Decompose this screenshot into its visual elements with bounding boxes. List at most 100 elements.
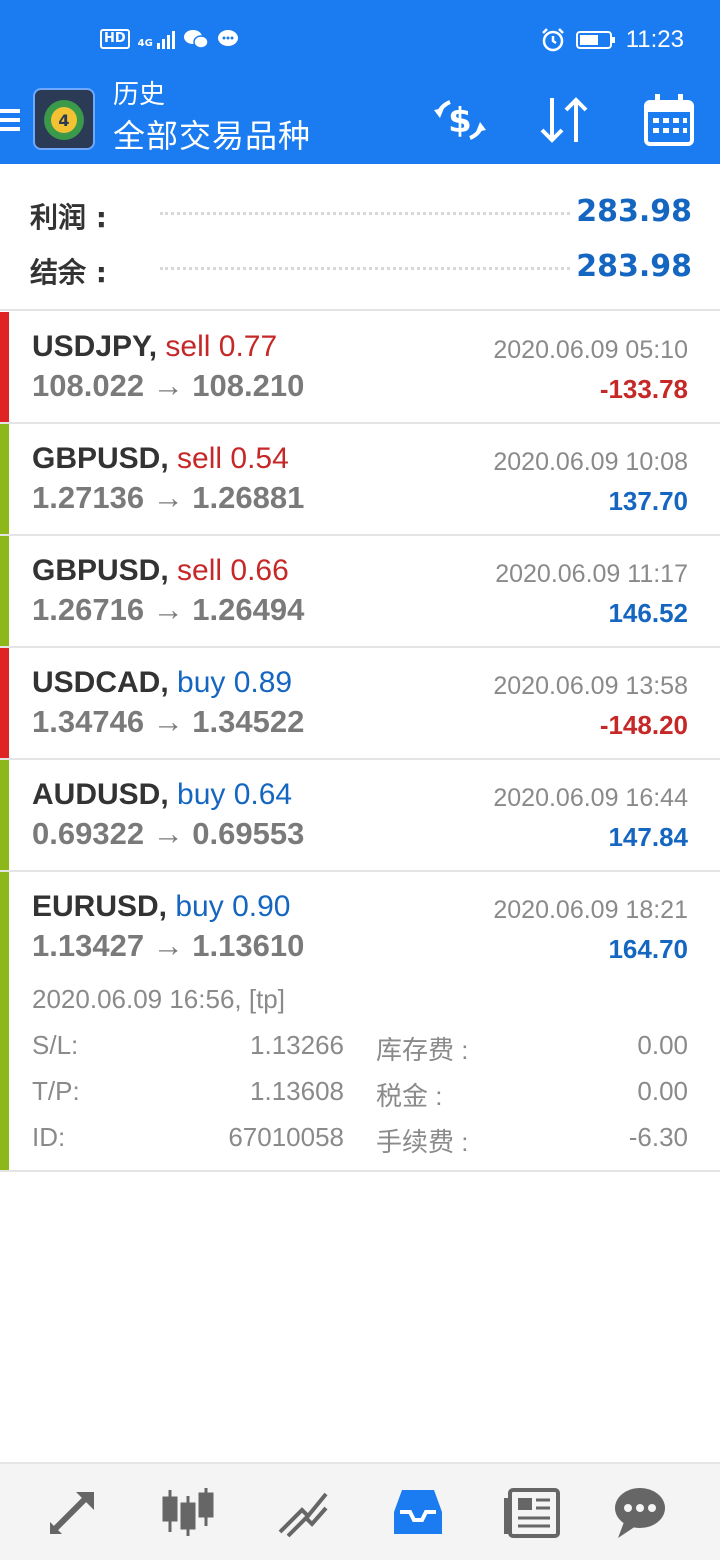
profit-indicator bbox=[0, 536, 9, 646]
hd-icon: HD bbox=[100, 29, 130, 49]
trade-symbol: GBPUSD, bbox=[32, 554, 169, 587]
metatrader-logo-icon[interactable]: 4 bbox=[33, 88, 95, 150]
tax-label: 税金 : bbox=[376, 1081, 443, 1111]
chat-bubble-icon bbox=[615, 1488, 665, 1538]
page-title: 历史 bbox=[113, 80, 166, 110]
sl-label: S/L: bbox=[32, 1030, 79, 1060]
trade-symbol: GBPUSD, bbox=[32, 442, 169, 475]
nav-chart[interactable] bbox=[158, 1482, 218, 1542]
balance-value: 283.98 bbox=[576, 249, 692, 284]
deposit-filter-button[interactable]: $ bbox=[430, 90, 490, 150]
alarm-icon bbox=[541, 28, 564, 52]
candlestick-chart-icon bbox=[162, 1488, 214, 1536]
tp-label: T/P: bbox=[32, 1076, 80, 1106]
close-time: 2020.06.09 16:56, [tp] bbox=[32, 984, 285, 1014]
trade-time: 2020.06.09 05:10 bbox=[493, 336, 688, 364]
trade-prices: 1.26716 → 1.26494 bbox=[32, 592, 305, 627]
svg-text:4: 4 bbox=[58, 111, 69, 130]
sort-button[interactable] bbox=[534, 90, 594, 150]
svg-text:$: $ bbox=[448, 101, 472, 141]
trade-prices: 0.69322 → 0.69553 bbox=[32, 816, 305, 851]
trade-side: buy 0.90 bbox=[175, 890, 291, 923]
trade-side: sell 0.66 bbox=[177, 554, 289, 587]
trade-symbol: USDJPY, bbox=[32, 330, 158, 363]
id-value: 67010058 bbox=[228, 1122, 344, 1152]
dollar-sync-icon: $ bbox=[434, 100, 486, 141]
trade-symbol: USDCAD, bbox=[32, 666, 169, 699]
trade-prices: 1.13427 → 1.13610 bbox=[32, 928, 305, 963]
nav-chat[interactable] bbox=[610, 1482, 670, 1542]
swap-value: 0.00 bbox=[637, 1030, 688, 1060]
trade-time: 2020.06.09 10:08 bbox=[493, 448, 688, 476]
trade-row[interactable]: USDCAD, buy 0.89 2020.06.09 13:58 1.3474… bbox=[0, 648, 720, 760]
calendar-icon bbox=[644, 94, 694, 146]
dotted-leader bbox=[160, 212, 570, 215]
network-type: 4G bbox=[137, 38, 153, 49]
trade-row[interactable]: AUDUSD, buy 0.64 2020.06.09 16:44 0.6932… bbox=[0, 760, 720, 872]
app-toolbar: 4 历史 全部交易品种 $ bbox=[0, 80, 720, 164]
trade-profit: -148.20 bbox=[599, 710, 688, 740]
clock: 11:23 bbox=[625, 26, 684, 53]
calendar-button[interactable] bbox=[638, 90, 698, 150]
fee-label: 手续费 : bbox=[376, 1127, 469, 1157]
status-right: 11:23 bbox=[540, 26, 684, 54]
sl-value: 1.13266 bbox=[250, 1030, 344, 1060]
trade-symbol: AUDUSD, bbox=[32, 778, 169, 811]
trade-time: 2020.06.09 13:58 bbox=[493, 672, 688, 700]
trade-side: buy 0.64 bbox=[177, 778, 293, 811]
summary-divider bbox=[0, 309, 720, 311]
detail-row-tp: T/P: 1.13608 税金 : 0.00 bbox=[32, 1076, 688, 1116]
news-icon bbox=[504, 1488, 560, 1538]
trade-prices: 1.34746 → 1.34522 bbox=[32, 704, 305, 739]
trade-profit: 146.52 bbox=[608, 598, 688, 628]
trade-row[interactable]: GBPUSD, sell 0.54 2020.06.09 10:08 1.271… bbox=[0, 424, 720, 536]
trade-row[interactable]: GBPUSD, sell 0.66 2020.06.09 11:17 1.267… bbox=[0, 536, 720, 648]
trade-profit: 147.84 bbox=[608, 822, 688, 852]
battery-icon bbox=[575, 31, 615, 49]
trade-side: sell 0.77 bbox=[165, 330, 278, 363]
trade-profit: 137.70 bbox=[608, 486, 688, 516]
trade-time: 2020.06.09 18:21 bbox=[493, 896, 688, 924]
profit-label: 利润 : bbox=[30, 201, 107, 234]
fee-value: -6.30 bbox=[628, 1122, 688, 1152]
trade-prices: 108.022 → 108.210 bbox=[32, 368, 305, 403]
nav-trade[interactable] bbox=[272, 1482, 332, 1542]
symbol-filter[interactable]: 全部交易品种 bbox=[113, 116, 311, 156]
bottom-navigation bbox=[0, 1462, 720, 1560]
balance-row: 结余 : 283.98 bbox=[0, 243, 720, 293]
tp-value: 1.13608 bbox=[250, 1076, 344, 1106]
status-left: HD 4G bbox=[100, 28, 239, 50]
trade-symbol: EURUSD, bbox=[32, 890, 168, 923]
wechat-icon bbox=[183, 30, 209, 49]
tax-value: 0.00 bbox=[637, 1076, 688, 1106]
sort-arrows-icon bbox=[540, 97, 588, 143]
detail-row-id: ID: 67010058 手续费 : -6.30 bbox=[32, 1122, 688, 1162]
swap-label: 库存费 : bbox=[376, 1035, 469, 1065]
trade-side: buy 0.89 bbox=[177, 666, 293, 699]
nav-news[interactable] bbox=[502, 1482, 562, 1542]
nav-history[interactable] bbox=[388, 1482, 448, 1542]
loss-indicator bbox=[0, 312, 9, 422]
trade-profit: 164.70 bbox=[608, 934, 688, 964]
trade-row-expanded[interactable]: EURUSD, buy 0.90 2020.06.09 18:21 1.1342… bbox=[0, 872, 720, 1172]
message-icon bbox=[217, 30, 238, 46]
quotes-icon bbox=[50, 1492, 94, 1534]
profit-indicator bbox=[0, 760, 9, 870]
trade-row[interactable]: USDJPY, sell 0.77 2020.06.09 05:10 108.0… bbox=[0, 312, 720, 424]
loss-indicator bbox=[0, 648, 9, 758]
dotted-leader bbox=[160, 267, 570, 270]
nav-quotes[interactable] bbox=[44, 1482, 104, 1542]
trade-side: sell 0.54 bbox=[177, 442, 289, 475]
trade-lines-icon bbox=[278, 1492, 328, 1538]
detail-row-sl: S/L: 1.13266 库存费 : 0.00 bbox=[32, 1030, 688, 1070]
trade-time: 2020.06.09 16:44 bbox=[493, 784, 688, 812]
trade-time: 2020.06.09 11:17 bbox=[495, 560, 688, 588]
trade-prices: 1.27136 → 1.26881 bbox=[32, 480, 305, 515]
balance-label: 结余 : bbox=[30, 256, 107, 289]
id-label: ID: bbox=[32, 1122, 66, 1152]
signal-icon: 4G bbox=[138, 29, 175, 49]
status-bar: HD 4G 11:23 bbox=[0, 0, 720, 82]
profit-indicator bbox=[0, 424, 9, 534]
profit-value: 283.98 bbox=[576, 194, 692, 229]
menu-icon[interactable] bbox=[0, 104, 20, 140]
